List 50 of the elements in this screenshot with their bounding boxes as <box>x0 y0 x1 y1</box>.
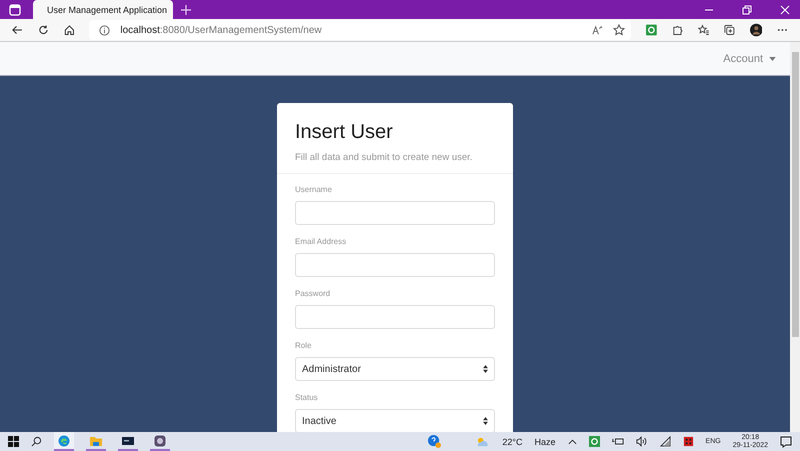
app-icon <box>154 434 166 446</box>
terminal-icon <box>122 434 134 446</box>
antivirus-icon[interactable] <box>682 436 694 447</box>
field-label: Email Address <box>295 237 348 246</box>
sort-arrows-icon <box>483 365 488 373</box>
close-icon[interactable] <box>780 4 790 14</box>
windows-start-icon[interactable] <box>8 436 19 447</box>
help-icon[interactable] <box>428 435 442 448</box>
caret-icon <box>769 56 776 60</box>
select-field[interactable]: Administrator <box>295 357 495 381</box>
chevron-up-icon[interactable] <box>568 438 577 444</box>
refresh-icon[interactable] <box>38 24 49 36</box>
field-label: Password <box>295 289 332 298</box>
read-aloud-icon[interactable] <box>592 24 604 36</box>
favorites-icon[interactable] <box>698 24 709 36</box>
sort-arrows-icon <box>483 417 488 425</box>
folder-icon <box>90 434 102 446</box>
input-field[interactable] <box>295 201 495 225</box>
temperature-text: 22°C <box>502 436 523 446</box>
search-icon[interactable] <box>31 436 42 447</box>
form-title: Insert User <box>295 121 394 144</box>
favorite-star-icon[interactable] <box>613 24 626 36</box>
back-icon[interactable] <box>12 24 23 36</box>
weather-text: Haze <box>534 436 556 446</box>
collections-icon[interactable] <box>724 24 735 36</box>
input-field[interactable] <box>295 305 495 329</box>
notification-icon[interactable] <box>780 436 792 448</box>
info-icon <box>99 24 110 36</box>
extension-icon[interactable] <box>646 24 658 36</box>
field-label: Status <box>295 393 319 402</box>
tray-app-icon[interactable] <box>588 436 600 447</box>
puzzle-icon[interactable] <box>672 24 683 36</box>
battery-icon[interactable] <box>612 437 624 446</box>
browser-icon <box>58 434 70 446</box>
select-field[interactable]: Inactive <box>295 409 495 432</box>
home-icon[interactable] <box>64 24 74 36</box>
field-label: Role <box>295 341 312 350</box>
new-tab-icon[interactable] <box>181 4 191 14</box>
more-icon[interactable] <box>777 28 788 32</box>
wifi-icon[interactable] <box>660 436 671 447</box>
form-subtitle: Fill all data and submit to create new user. <box>295 152 474 163</box>
tab-actions-icon[interactable] <box>9 4 21 16</box>
restore-icon[interactable] <box>742 4 752 14</box>
address-field[interactable]: localhost:8080/UserManagementSystem/new <box>89 20 632 40</box>
volume-icon[interactable] <box>636 436 648 447</box>
browser-tab[interactable]: User Management Application <box>33 0 173 19</box>
avatar-icon[interactable] <box>750 23 762 37</box>
scrollbar-thumb[interactable] <box>792 52 798 337</box>
field-label: Username <box>295 185 333 194</box>
input-field[interactable] <box>295 253 495 277</box>
